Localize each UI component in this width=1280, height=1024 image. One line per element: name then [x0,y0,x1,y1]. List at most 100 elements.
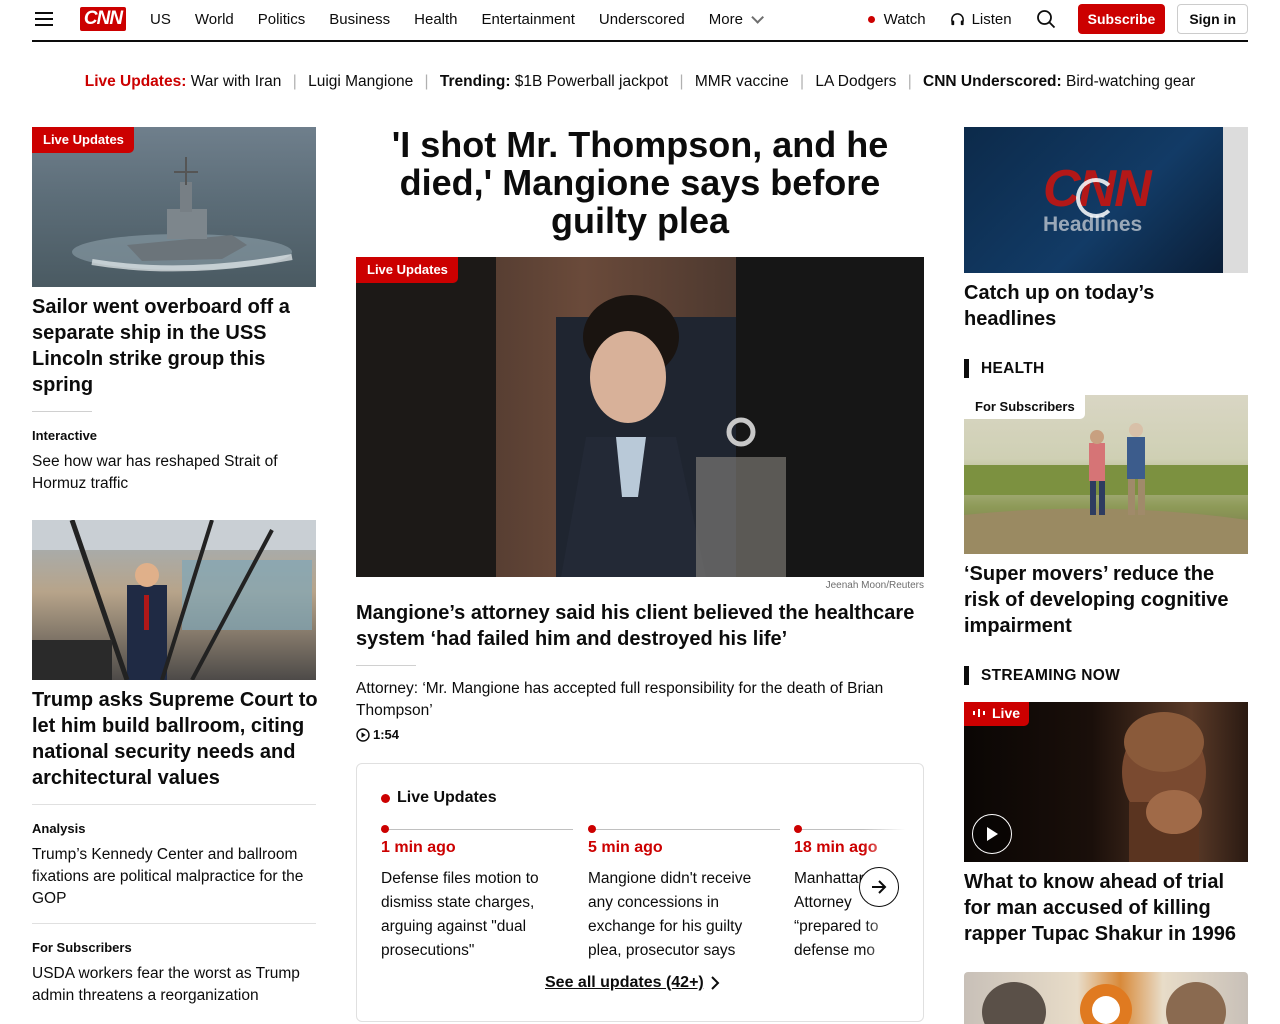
divider [356,665,416,666]
nav-world[interactable]: World [195,11,234,28]
update-text: Defense files motion to dismiss state ch… [381,870,539,959]
underscored-label: CNN Underscored: [923,73,1062,90]
sign-in-button[interactable]: Sign in [1177,4,1248,34]
story-headline[interactable]: Catch up on today’s headlines [964,280,1248,332]
live-updates-label: Live Updates: [84,73,187,90]
live-dot-icon [867,15,875,23]
story-headline[interactable]: Trump asks Supreme Court to let him buil… [32,687,322,791]
story-headline[interactable]: ‘Super movers’ reduce the risk of develo… [964,561,1248,639]
live-update-item[interactable]: 5 min ago Mangione didn't receive any co… [588,824,780,963]
story-headline[interactable]: What to know ahead of trial for man accu… [964,869,1248,947]
play-button[interactable] [972,814,1012,854]
story-link[interactable]: USDA workers fear the worst as Trump adm… [32,963,316,1007]
site-header: CNN US World Politics Business Health En… [32,0,1248,42]
trending-bar: Live Updates: War with Iran | Luigi Mang… [0,73,1280,91]
trending-label: Trending: [439,73,511,90]
carousel-next-button[interactable] [859,867,899,907]
next-story-illustration [982,982,1226,1024]
update-time: 1 min ago [381,839,456,856]
search-icon[interactable] [1036,9,1056,29]
video-link[interactable]: Attorney: ‘Mr. Mangione has accepted ful… [356,678,924,722]
listen-label: Listen [971,10,1012,28]
tupac-video[interactable]: Live [964,702,1248,862]
video-duration[interactable]: 1:54 [356,727,399,742]
nav-business[interactable]: Business [329,11,390,28]
courtroom-illustration [356,257,924,577]
trending-link-iran[interactable]: War with Iran [191,73,282,90]
nav-health[interactable]: Health [414,11,457,28]
arrow-right-icon [872,880,887,894]
mangione-image[interactable]: Live Updates [356,257,924,577]
menu-icon[interactable] [35,12,53,26]
update-time: 5 min ago [588,839,663,856]
kicker-interactive: Interactive [32,428,98,443]
trending-link-mmr[interactable]: MMR vaccine [695,73,789,90]
nav-more-label: More [708,10,743,28]
story-link[interactable]: See how war has reshaped Strait of Hormu… [32,451,322,495]
divider: | [907,73,912,90]
timeline-line [588,825,780,833]
timeline-line [381,825,573,833]
subscribe-button[interactable]: Subscribe [1077,4,1166,34]
story-headline[interactable]: Sailor went overboard off a separate shi… [32,294,316,398]
see-all-label: See all updates (42+) [545,974,704,991]
divider [32,411,92,412]
story-link[interactable]: Trump’s Kennedy Center and ballroom fixa… [32,844,316,910]
cnn-logo[interactable]: CNN [80,7,126,31]
nav-more[interactable]: More [708,10,764,28]
nav-politics[interactable]: Politics [258,11,306,28]
loading-spinner-icon [1076,178,1116,218]
nav-entertainment[interactable]: Entertainment [482,11,575,28]
story-headline[interactable]: Mangione’s attorney said his client beli… [356,600,924,652]
trump-image[interactable] [32,520,316,680]
divider [32,923,316,924]
divider [32,804,316,805]
live-updates-header[interactable]: Live Updates [381,789,497,807]
update-text: Mangione didn't receive any concessions … [588,870,752,959]
next-story-image[interactable] [964,972,1248,1024]
chevron-right-icon [711,976,720,990]
live-bars-icon [973,709,985,717]
trending-link-mangione[interactable]: Luigi Mangione [308,73,413,90]
photo-credit: Jeenah Moon/Reuters [825,580,924,591]
listen-link[interactable]: Listen [950,11,1012,28]
watch-link[interactable]: Watch [867,10,926,28]
kicker-analysis: Analysis [32,821,86,836]
headlines-video[interactable]: CNN Headlines [964,127,1248,273]
trending-link-powerball[interactable]: $1B Powerball jackpot [515,73,668,90]
headphones-icon [950,12,964,25]
kicker-for-subscribers: For Subscribers [32,940,132,955]
chevron-down-icon [751,10,764,24]
play-circle-icon [356,727,370,742]
play-icon [987,827,998,841]
nav-us[interactable]: US [150,11,171,28]
main-nav: US World Politics Business Health Entert… [150,0,764,38]
nav-underscored[interactable]: Underscored [599,11,685,28]
live-label: Live [992,705,1021,721]
warship-image[interactable]: Live Updates [32,127,316,287]
watch-label: Watch [883,10,926,28]
divider: | [292,73,297,90]
live-updates-module: Live Updates 1 min ago Defense files mot… [356,763,924,1022]
trump-illustration [32,520,316,680]
see-all-updates-link[interactable]: See all updates (42+) [545,974,720,992]
divider: | [424,73,429,90]
section-header-health[interactable]: HEALTH [964,359,1045,378]
trending-link-dodgers[interactable]: LA Dodgers [815,73,896,90]
live-badge: Live [964,702,1030,726]
live-updates-badge: Live Updates [356,257,458,283]
live-dot-icon [381,793,390,803]
super-movers-image[interactable]: For Subscribers [964,395,1248,554]
divider: | [679,73,684,90]
trending-link-bird-watching[interactable]: Bird-watching gear [1066,73,1195,90]
live-updates-badge: Live Updates [32,127,134,153]
for-subscribers-badge: For Subscribers [964,395,1085,419]
live-updates-title: Live Updates [397,789,497,806]
header-actions: Watch Listen Subscribe Sign in [867,4,1248,34]
duration-label: 1:54 [373,727,400,742]
live-update-item[interactable]: 1 min ago Defense files motion to dismis… [381,824,573,963]
video-edge [1223,127,1248,273]
section-header-streaming-now[interactable]: STREAMING NOW [964,666,1120,685]
lead-headline[interactable]: 'I shot Mr. Thompson, and he died,' Mang… [356,126,924,240]
divider: | [800,73,805,90]
